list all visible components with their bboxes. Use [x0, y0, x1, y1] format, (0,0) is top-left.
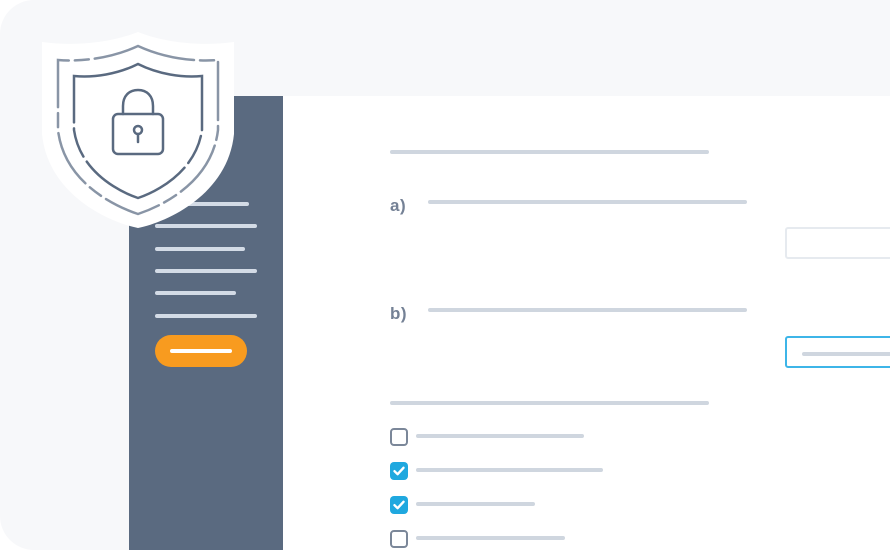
shield-icon [42, 32, 234, 228]
checkmark-icon [393, 466, 405, 476]
form-section-heading [390, 150, 709, 154]
checkbox-3-label [416, 502, 535, 506]
sidebar-item-5[interactable] [155, 291, 236, 295]
app-window: a) b) [0, 0, 890, 550]
item-a-input[interactable] [785, 227, 890, 259]
item-a-question [428, 200, 747, 204]
sidebar-item-4[interactable] [155, 269, 257, 273]
checkbox-4-label [416, 536, 565, 540]
checkbox-2[interactable] [390, 462, 408, 480]
checkmark-icon [393, 500, 405, 510]
checkbox-4[interactable] [390, 530, 408, 548]
sidebar-item-6[interactable] [155, 314, 257, 318]
checkbox-1-label [416, 434, 584, 438]
sidebar-action-button-label [170, 349, 232, 353]
checkbox-2-label [416, 468, 603, 472]
item-b-question [428, 308, 747, 312]
checklist-heading [390, 401, 709, 405]
item-a-label: a) [390, 196, 407, 215]
sidebar-action-button[interactable] [155, 335, 247, 367]
security-badge [38, 26, 238, 230]
sidebar-item-3[interactable] [155, 247, 245, 251]
checkbox-1[interactable] [390, 428, 408, 446]
item-b-label: b) [390, 304, 408, 323]
item-b-input-value [802, 352, 890, 356]
checkbox-3[interactable] [390, 496, 408, 514]
item-b-input[interactable] [785, 336, 890, 368]
main-content: a) b) [283, 96, 890, 550]
